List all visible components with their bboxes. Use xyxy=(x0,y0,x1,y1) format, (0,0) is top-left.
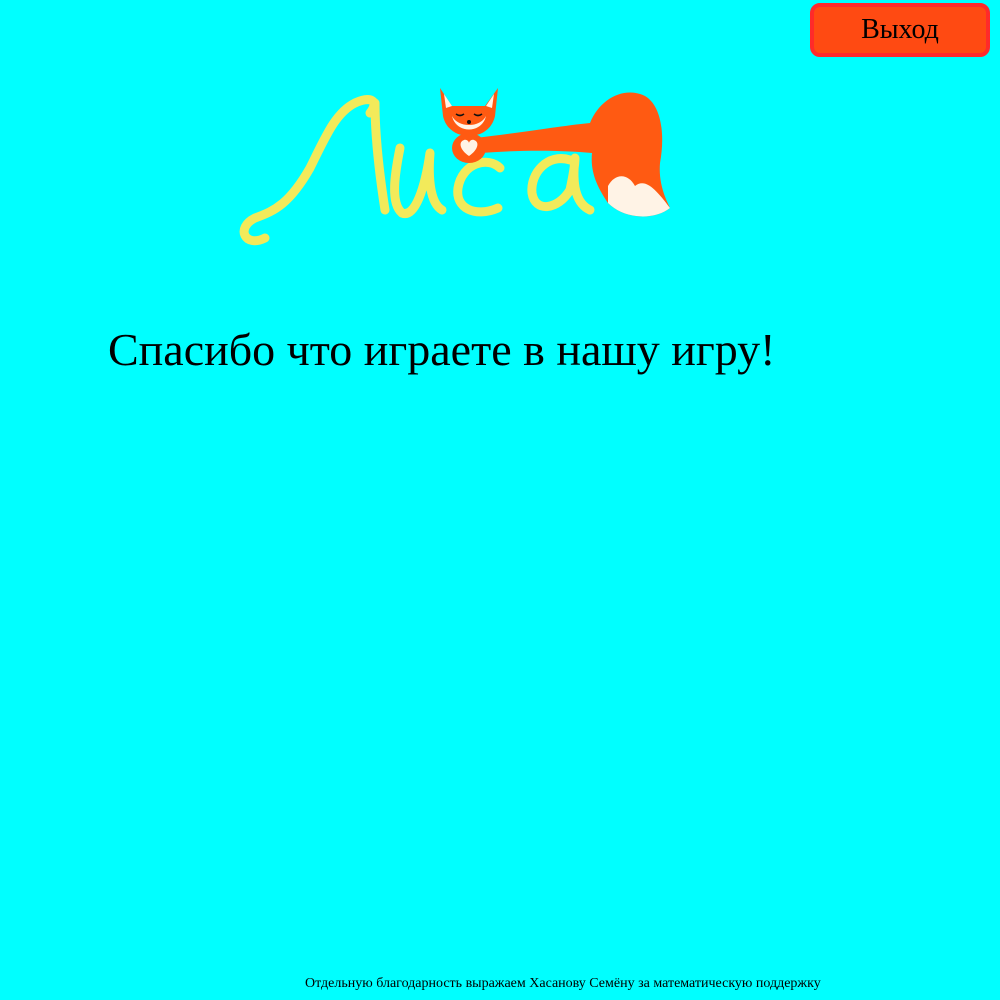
exit-button[interactable]: Выход xyxy=(810,3,990,57)
exit-button-label: Выход xyxy=(861,14,939,45)
credits-text: Отдельную благодарность выражаем Хасанов… xyxy=(305,976,821,991)
logo-wordmark-text: Лиса xyxy=(680,78,681,79)
thanks-message: Спасибо что играете в нашу игру! xyxy=(108,324,776,375)
logo-lettering xyxy=(239,95,595,246)
logo-wordmark-image xyxy=(239,88,670,246)
game-logo: Лиса xyxy=(230,78,680,258)
